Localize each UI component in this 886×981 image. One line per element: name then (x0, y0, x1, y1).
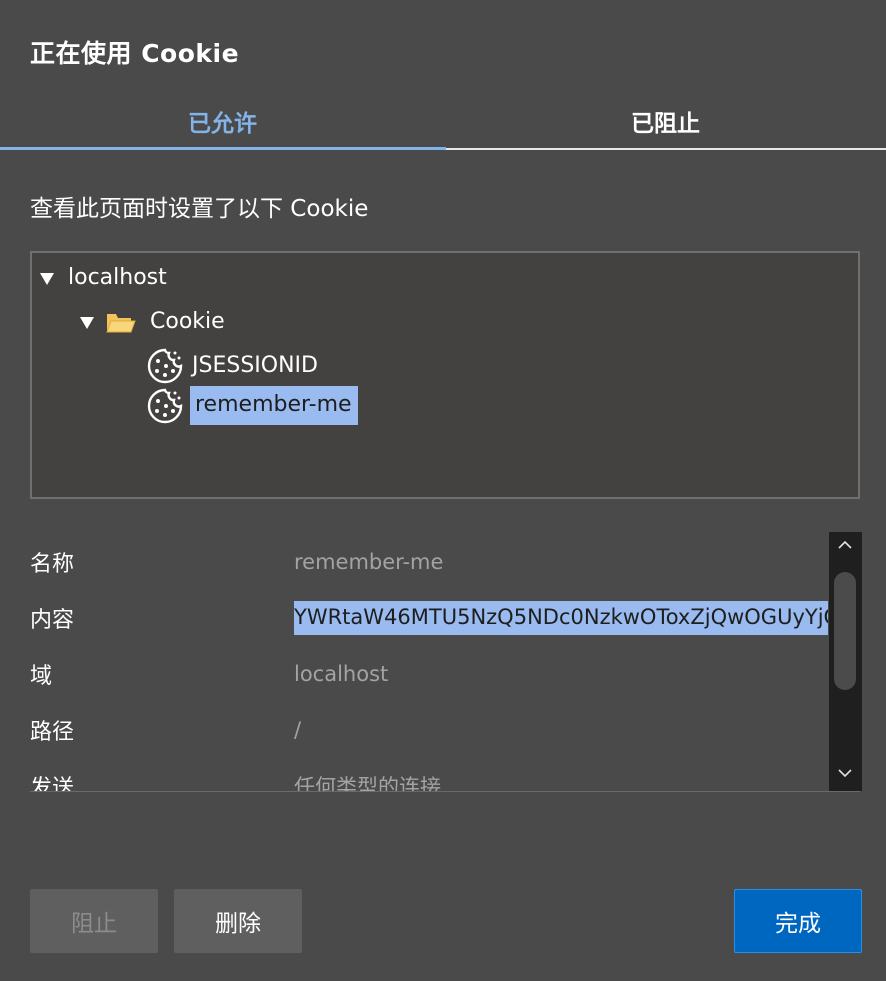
chevron-up-icon[interactable] (838, 540, 852, 550)
block-button[interactable]: 阻止 (30, 889, 158, 953)
detail-label: 域 (30, 664, 53, 689)
detail-value: 任何类型的连接 (294, 775, 441, 792)
tab-blocked[interactable]: 已阻止 (445, 92, 886, 150)
delete-button[interactable]: 删除 (174, 889, 302, 953)
dialog-title: 正在使用 Cookie (30, 39, 240, 68)
active-tab-indicator (0, 147, 446, 150)
tree-node-host[interactable]: localhost (40, 263, 171, 294)
details-scrollbar[interactable] (829, 532, 862, 791)
detail-label: 路径 (30, 720, 75, 745)
folder-label: Cookie (150, 309, 225, 334)
chevron-down-icon[interactable] (838, 768, 852, 778)
tree-node-cookie-selected[interactable]: remember-me (146, 386, 358, 425)
details-divider (30, 791, 860, 792)
detail-label: 内容 (30, 608, 75, 633)
detail-label: 发送 (30, 776, 75, 792)
cookie-name: JSESSIONID (192, 352, 318, 378)
cookie-icon (147, 348, 183, 384)
scrollbar-thumb[interactable] (834, 572, 856, 690)
cookie-tree[interactable]: localhost Cookie JSESSIONID remember-me (30, 251, 860, 499)
folder-open-icon (106, 313, 136, 332)
cookie-dialog: 正在使用 Cookie 已允许 已阻止 查看此页面时设置了以下 Cookie l… (0, 0, 886, 981)
cookie-icon (147, 388, 183, 423)
triangle-down-icon[interactable] (40, 272, 54, 285)
detail-value: localhost (294, 662, 389, 686)
host-label: localhost (68, 265, 167, 290)
detail-value: remember-me (294, 550, 444, 574)
cookie-name: remember-me (190, 386, 358, 425)
tree-node-folder[interactable]: Cookie (80, 307, 229, 338)
cookies-description: 查看此页面时设置了以下 Cookie (30, 196, 369, 222)
triangle-down-icon[interactable] (80, 316, 94, 329)
detail-label: 名称 (30, 552, 75, 577)
done-button[interactable]: 完成 (734, 889, 862, 953)
cookie-details[interactable]: 名称 remember-me 内容 YWRtaW46MTU5NzQ5NDc0Nz… (0, 532, 862, 792)
tab-bar: 已允许 已阻止 (0, 92, 886, 152)
detail-value: / (294, 718, 302, 742)
detail-value-content[interactable]: YWRtaW46MTU5NzQ5NDc0NzkwOToxZjQwOGUyYjQ3 (294, 601, 828, 635)
tree-node-cookie[interactable]: JSESSIONID (146, 347, 322, 385)
tab-allowed[interactable]: 已允许 (0, 92, 445, 150)
tab-divider (446, 148, 886, 150)
